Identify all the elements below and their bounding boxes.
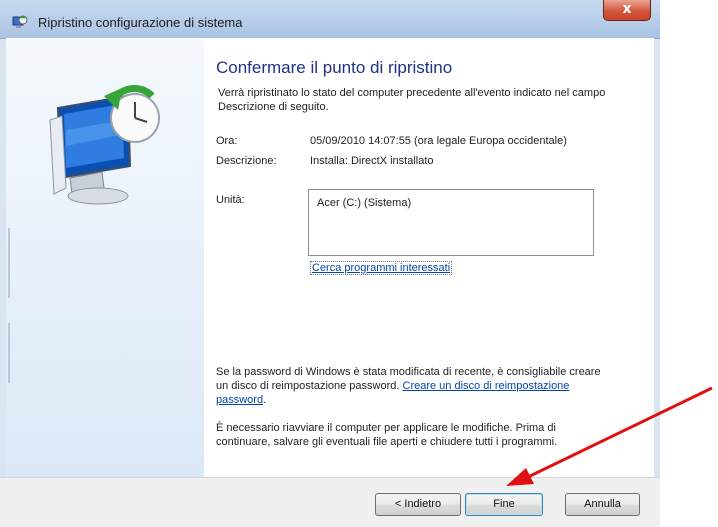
close-button[interactable]: x xyxy=(603,0,651,21)
password-tail: . xyxy=(263,394,267,406)
finish-button[interactable]: Fine xyxy=(465,493,543,516)
title-bar[interactable]: Ripristino configurazione di sistema x xyxy=(0,0,660,39)
drives-label: Unità: xyxy=(216,194,245,206)
left-banner xyxy=(6,38,204,477)
list-item[interactable]: Acer (C:) (Sistema) xyxy=(317,197,411,209)
time-value: 05/09/2010 14:07:55 (ora legale Europa o… xyxy=(310,135,567,147)
time-label: Ora: xyxy=(216,135,238,147)
drives-list[interactable]: Acer (C:) (Sistema) xyxy=(308,189,594,256)
system-restore-window: Ripristino configurazione di sistema x C… xyxy=(0,0,660,527)
back-button[interactable]: < Indietro xyxy=(375,493,461,516)
page-title: Confermare il punto di ripristino xyxy=(216,58,453,77)
password-paragraph: Se la password di Windows è stata modifi… xyxy=(216,365,606,407)
description-value: Installa: DirectX installato xyxy=(310,155,434,167)
system-restore-illustration xyxy=(8,84,160,383)
description-label: Descrizione: xyxy=(216,155,277,167)
scan-programs-link[interactable]: Cerca programmi interessati xyxy=(310,261,453,275)
intro-text: Verrà ripristinato lo stato del computer… xyxy=(218,87,606,113)
content-panel: Confermare il punto di ripristino Verrà … xyxy=(204,38,654,477)
cancel-button[interactable]: Annulla xyxy=(565,493,640,516)
button-bar: < Indietro Fine Annulla xyxy=(0,477,660,527)
system-restore-icon xyxy=(12,15,28,28)
restart-paragraph: È necessario riavviare il computer per a… xyxy=(216,422,558,448)
window-title: Ripristino configurazione di sistema xyxy=(38,15,243,30)
